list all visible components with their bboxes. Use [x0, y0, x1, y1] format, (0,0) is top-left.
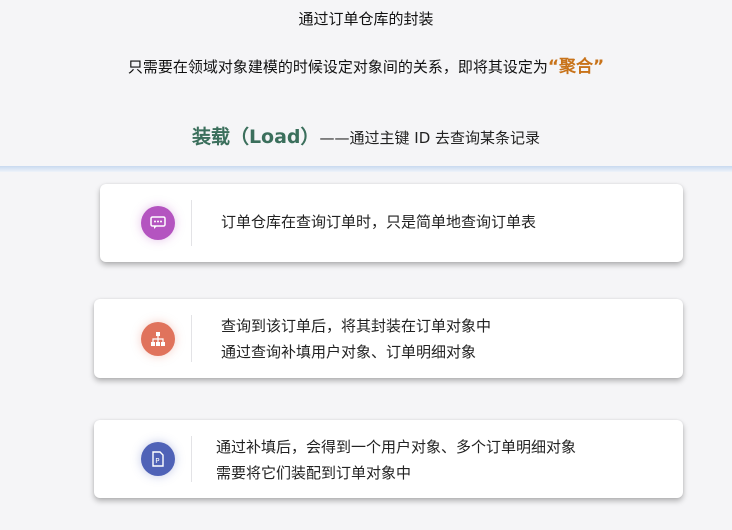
header-divider	[0, 166, 732, 172]
load-term: 装载（Load）	[191, 126, 320, 148]
step-card-fill: 查询到该订单后，将其封装在订单对象中 通过查询补填用户对象、订单明细对象	[94, 299, 683, 378]
load-definition: 装载（Load）——通过主键 ID 去查询某条记录	[0, 122, 732, 149]
card-line-1: 查询到该订单后，将其封装在订单对象中	[221, 317, 492, 335]
card-separator	[191, 315, 192, 362]
card-separator	[191, 200, 192, 246]
card-text: 查询到该订单后，将其封装在订单对象中 通过查询补填用户对象、订单明细对象	[221, 313, 491, 365]
aggregate-highlight: “聚合”	[547, 57, 605, 77]
header-area: 通过订单仓库的封装 只需要在领域对象建模的时候设定对象间的关系，即将其设定为“聚…	[0, 0, 732, 170]
load-description: ——通过主键 ID 去查询某条记录	[319, 129, 541, 147]
page-title: 通过订单仓库的封装	[298, 10, 434, 28]
svg-text:P: P	[155, 457, 159, 465]
card-text: 订单仓库在查询订单时，只是简单地查询订单表	[221, 209, 536, 235]
chat-bubble-icon	[141, 206, 175, 240]
card-line-2: 需要将它们装配到订单对象中	[216, 464, 412, 482]
subtitle-text: 只需要在领域对象建模的时候设定对象间的关系，即将其设定为	[127, 58, 548, 76]
org-chart-icon	[141, 322, 175, 356]
step-card-assemble: P 通过补填后，会得到一个用户对象、多个订单明细对象 需要将它们装配到订单对象中	[94, 420, 683, 498]
step-card-query: 订单仓库在查询订单时，只是简单地查询订单表	[100, 184, 683, 262]
card-line-1: 通过补填后，会得到一个用户对象、多个订单明细对象	[216, 438, 577, 456]
document-icon: P	[141, 442, 175, 476]
card-separator	[191, 436, 192, 482]
card-line-2: 通过查询补填用户对象、订单明细对象	[221, 343, 477, 361]
subtitle: 只需要在领域对象建模的时候设定对象间的关系，即将其设定为“聚合”	[0, 52, 732, 77]
card-line-1: 订单仓库在查询订单时，只是简单地查询订单表	[221, 213, 537, 231]
card-text: 通过补填后，会得到一个用户对象、多个订单明细对象 需要将它们装配到订单对象中	[216, 434, 576, 486]
